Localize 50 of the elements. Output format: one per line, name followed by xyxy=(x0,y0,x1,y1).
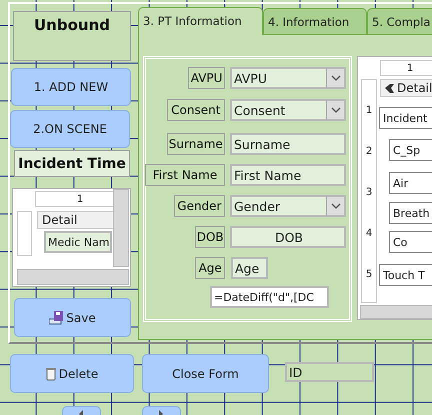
ruler-number: 1 xyxy=(364,104,374,117)
text-field[interactable]: DOB xyxy=(230,226,346,248)
field-label: First Name xyxy=(145,164,225,186)
design-control[interactable]: Air xyxy=(389,172,432,194)
tab[interactable]: 4. Information xyxy=(263,8,367,35)
dropdown-field[interactable]: Consent xyxy=(230,99,346,121)
design-control[interactable]: Touch T xyxy=(379,264,432,286)
text-field[interactable]: Age xyxy=(231,257,268,279)
ruler-number: 5 xyxy=(364,268,374,281)
field-label: Gender xyxy=(174,195,225,217)
field-label: Consent xyxy=(166,99,225,121)
design-control[interactable]: Incident xyxy=(379,107,432,129)
vertical-ruler xyxy=(17,211,32,256)
id-field[interactable]: ID xyxy=(285,362,374,382)
chevron-down-icon xyxy=(330,75,340,81)
chevron-down-icon xyxy=(330,107,340,113)
tab[interactable]: 5. Compla xyxy=(367,8,432,35)
field-label: DOB xyxy=(195,226,225,248)
incident-time-label: Incident Time xyxy=(14,150,130,177)
horizontal-scrollbar[interactable] xyxy=(17,269,129,285)
close-form-button[interactable]: Close Form xyxy=(142,354,269,393)
section-icon xyxy=(385,84,394,92)
ruler-number: 4 xyxy=(364,226,374,240)
save-icon xyxy=(49,310,64,324)
section-label: Detail xyxy=(397,81,432,95)
ruler-number: 3 xyxy=(364,186,374,199)
header-label: Unbound xyxy=(13,11,131,61)
field-label: AVPU xyxy=(188,67,225,89)
field-label: Surname xyxy=(166,133,225,155)
dropdown-field[interactable]: AVPU xyxy=(230,67,346,89)
delete-button[interactable]: Delete xyxy=(10,354,134,393)
design-control[interactable]: C_Sp xyxy=(389,139,432,161)
nav-button[interactable]: 1. ADD NEW xyxy=(11,68,131,106)
text-field[interactable]: First Name xyxy=(230,164,346,186)
ruler: 1 xyxy=(380,60,432,76)
nav-button[interactable]: 2.ON SCENE xyxy=(10,110,130,148)
tab[interactable]: 3. PT Information xyxy=(138,7,263,35)
field-label: Age xyxy=(195,257,225,279)
dropdown-field[interactable]: Gender xyxy=(230,195,346,217)
vertical-scrollbar[interactable] xyxy=(113,189,129,267)
text-field[interactable]: Surname xyxy=(230,133,346,155)
trash-icon xyxy=(46,366,56,380)
text-field[interactable]: Medic Nam xyxy=(44,231,112,253)
save-button[interactable]: Save xyxy=(14,298,131,337)
ruler-number: 2 xyxy=(364,144,374,158)
chevron-down-icon xyxy=(330,203,340,209)
horizontal-scrollbar[interactable] xyxy=(360,305,432,319)
design-control[interactable]: Breath xyxy=(389,202,432,224)
design-control[interactable]: Co xyxy=(389,231,432,253)
formula-field[interactable]: =DateDiff("d",[DC xyxy=(210,286,329,308)
